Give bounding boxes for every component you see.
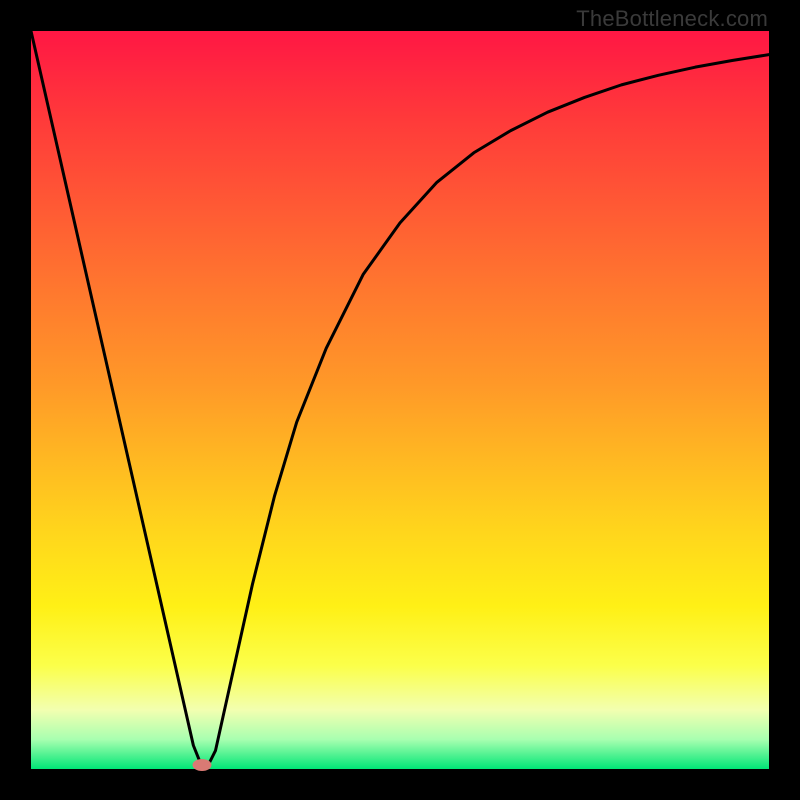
attribution-text: TheBottleneck.com xyxy=(576,6,768,32)
bottleneck-curve xyxy=(31,31,769,765)
curve-layer xyxy=(31,31,769,769)
min-marker xyxy=(193,759,212,771)
plot-area xyxy=(31,31,769,769)
chart-frame: TheBottleneck.com xyxy=(0,0,800,800)
